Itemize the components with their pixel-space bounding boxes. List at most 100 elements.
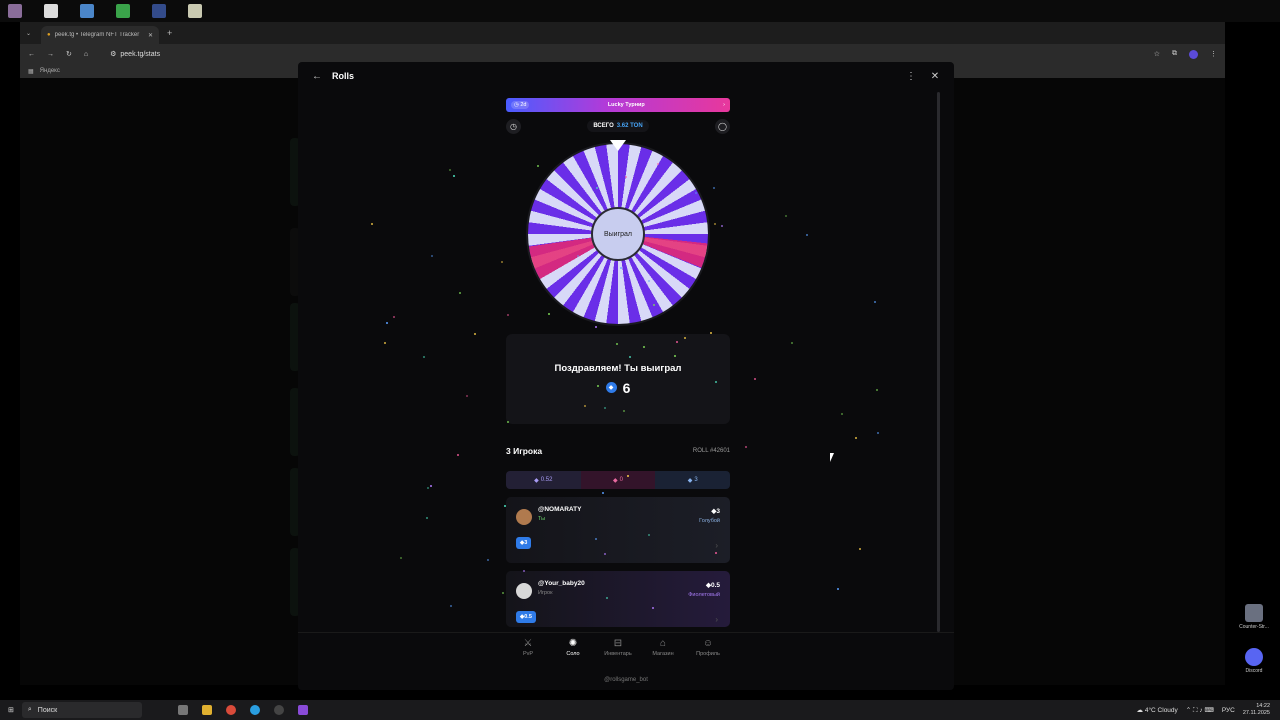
desktop-icon[interactable]: Counter-Str... bbox=[1234, 604, 1274, 630]
confetti-particle bbox=[624, 175, 627, 178]
app-icon[interactable] bbox=[152, 4, 166, 18]
task-view-icon[interactable] bbox=[177, 705, 188, 715]
reload-icon[interactable]: ↻ bbox=[66, 50, 72, 58]
confetti-particle bbox=[500, 260, 503, 263]
site-info-icon[interactable]: ⚙ bbox=[110, 50, 116, 58]
confetti-particle bbox=[784, 214, 787, 217]
weather-widget[interactable]: ☁ 4°C Cloudy bbox=[1137, 706, 1178, 714]
bookmark-star-icon[interactable]: ☆ bbox=[1154, 50, 1160, 58]
confetti-particle bbox=[576, 254, 579, 257]
wheel-icon: ✺ bbox=[568, 638, 578, 649]
confetti-particle bbox=[536, 164, 539, 167]
desktop-icon[interactable]: Discord bbox=[1234, 648, 1274, 674]
confetti-particle bbox=[595, 186, 598, 189]
players-header: 3 Игрока ROLL #42601 bbox=[506, 446, 730, 456]
bookmark-link[interactable]: Яндекс bbox=[40, 68, 60, 74]
miniapp-title: Rolls bbox=[332, 71, 355, 81]
player-color: Голубой bbox=[699, 518, 720, 524]
confetti-particle bbox=[877, 432, 880, 435]
player-color: Фиолетовый bbox=[688, 592, 720, 598]
player-bet-chip: ◆0.5 bbox=[516, 611, 536, 623]
extensions-icon[interactable]: ⧉ bbox=[1172, 50, 1177, 58]
telegram-icon[interactable] bbox=[249, 705, 260, 715]
confetti-particle bbox=[371, 223, 374, 226]
tray-icons[interactable]: ⌃ ⛶ ♪ ⌨ bbox=[1186, 706, 1214, 715]
search-icon: ⌕ bbox=[27, 706, 32, 713]
wheel-toolbar: ◷ ВСЕГО 3.62 TON ◯ bbox=[506, 118, 730, 134]
player-card[interactable]: @Your_baby20 Игрок ◆0.5 Фиолетовый ◆0.5 … bbox=[506, 571, 730, 627]
confetti-particle bbox=[622, 409, 625, 412]
roll-content: ◷ 2d Lucky Турнир › ◷ ВСЕГО 3.62 TON ◯ Вы… bbox=[506, 98, 730, 627]
confetti-particle bbox=[720, 224, 723, 227]
avatar bbox=[516, 583, 532, 599]
confetti-particle bbox=[601, 491, 604, 494]
player-amount-value: 3 bbox=[716, 508, 720, 515]
mouse-cursor-icon bbox=[830, 453, 834, 462]
roulette-wheel: Выиграл bbox=[506, 136, 730, 324]
player-amount: ◆3 bbox=[711, 507, 720, 515]
bet-segment-purple: ◆ 0.52 bbox=[506, 471, 581, 489]
chrome-icon[interactable] bbox=[225, 705, 236, 715]
chat-button[interactable]: ◯ bbox=[715, 118, 730, 134]
wheel-center-label: Выиграл bbox=[591, 207, 645, 261]
confetti-particle bbox=[399, 557, 402, 560]
app-icon[interactable] bbox=[116, 4, 130, 18]
confetti-particle bbox=[502, 591, 505, 594]
total-value: 3.62 TON bbox=[616, 123, 643, 129]
history-button[interactable]: ◷ bbox=[506, 118, 521, 134]
confetti-particle bbox=[449, 169, 452, 172]
confetti-particle bbox=[714, 552, 717, 554]
profile-icon[interactable] bbox=[1189, 49, 1198, 59]
new-tab-icon[interactable]: + bbox=[167, 28, 172, 38]
avatar bbox=[516, 509, 532, 525]
confetti-particle bbox=[694, 191, 697, 194]
explorer-icon[interactable] bbox=[201, 705, 212, 715]
chevron-right-icon: › bbox=[715, 541, 718, 550]
nav-shop[interactable]: ⌂ Магазин bbox=[641, 639, 685, 658]
close-tab-icon[interactable]: ✕ bbox=[148, 32, 153, 39]
nav-inventory[interactable]: ⊟ Инвентарь bbox=[596, 639, 640, 658]
forward-icon[interactable]: → bbox=[47, 51, 54, 58]
confetti-particle bbox=[466, 394, 469, 397]
chevron-right-icon: › bbox=[723, 102, 725, 108]
clock[interactable]: 14:22 27.11.2025 bbox=[1243, 703, 1270, 717]
app-icon[interactable] bbox=[273, 705, 284, 715]
confetti-particle bbox=[423, 356, 426, 359]
confetti-particle bbox=[474, 333, 477, 336]
confetti-particle bbox=[605, 596, 608, 599]
more-options-icon[interactable]: ⋮ bbox=[904, 69, 918, 83]
win-prize: ◆ 6 bbox=[605, 380, 630, 396]
home-icon[interactable]: ⌂ bbox=[84, 51, 88, 58]
confetti-particle bbox=[873, 301, 876, 304]
start-icon[interactable]: ⊞ bbox=[8, 706, 14, 714]
confetti-particle bbox=[385, 321, 388, 324]
url-field[interactable]: ⚙ peek.tg/stats bbox=[100, 47, 1142, 61]
nav-pvp[interactable]: ⚔ PvP bbox=[506, 639, 550, 658]
nav-solo[interactable]: ✺ Соло bbox=[551, 638, 595, 658]
browser-tab[interactable]: ● peek.tg • Telegram NFT Tracker ✕ bbox=[41, 26, 160, 44]
taskbar-search[interactable]: ⌕ Поиск bbox=[21, 702, 142, 718]
apps-icon[interactable]: ▦ bbox=[28, 68, 34, 75]
nav-profile[interactable]: ☺ Профиль bbox=[686, 639, 730, 658]
menu-icon[interactable]: ⋮ bbox=[1210, 50, 1217, 58]
url-text: peek.tg/stats bbox=[120, 50, 161, 58]
back-arrow-icon[interactable]: ← bbox=[310, 69, 324, 83]
back-icon[interactable]: ← bbox=[28, 51, 35, 58]
tab-menu-icon[interactable]: ⌄ bbox=[26, 30, 31, 37]
player-card[interactable]: @NOMARATY Ты ◆3 Голубой ◆3 › bbox=[506, 497, 730, 563]
app-icon[interactable] bbox=[8, 4, 22, 18]
close-icon[interactable]: ✕ bbox=[928, 69, 942, 83]
language-indicator[interactable]: РУС bbox=[1222, 707, 1235, 714]
address-bar-row: ← → ↻ ⌂ ⚙ peek.tg/stats ☆ ⧉ ⋮ bbox=[20, 44, 1225, 64]
app-icon[interactable] bbox=[297, 705, 308, 715]
file-icon[interactable] bbox=[44, 4, 58, 18]
ton-diamond-icon: ◆ bbox=[534, 477, 539, 484]
nav-label: Профиль bbox=[696, 651, 720, 657]
confetti-particle bbox=[383, 341, 386, 344]
chat-icon: ◯ bbox=[718, 121, 727, 131]
tournament-banner[interactable]: ◷ 2d Lucky Турнир › bbox=[506, 98, 730, 112]
app-icon[interactable] bbox=[188, 4, 202, 18]
app-icon[interactable] bbox=[80, 4, 94, 18]
cloud-icon: ☁ bbox=[1136, 707, 1144, 714]
scrollbar[interactable] bbox=[937, 92, 940, 632]
